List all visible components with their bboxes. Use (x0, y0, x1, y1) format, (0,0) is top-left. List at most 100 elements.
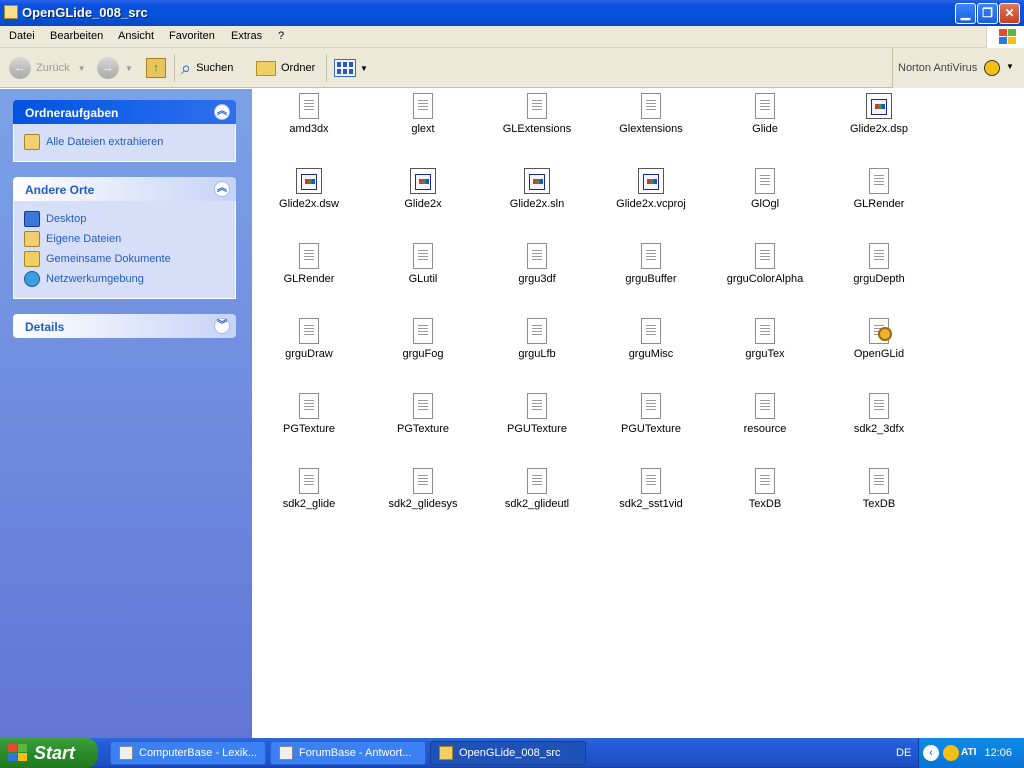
text-doc-icon (413, 318, 433, 344)
expand-icon[interactable]: ︾ (214, 318, 230, 334)
up-folder-button[interactable]: ↑ (146, 56, 166, 80)
file-name: grgu3df (518, 273, 556, 285)
place-link-my-documents[interactable]: Eigene Dateien (24, 229, 225, 249)
back-button[interactable]: ← Zurück ▼ (9, 56, 86, 80)
file-item[interactable]: amd3dx (259, 93, 359, 135)
file-item[interactable]: grguDepth (829, 243, 929, 285)
file-item[interactable]: Glextensions (601, 93, 701, 135)
file-item[interactable]: PGTexture (373, 393, 473, 435)
file-item[interactable]: OpenGLid (829, 318, 929, 360)
minimize-button[interactable]: ▁ (955, 3, 976, 24)
maximize-button[interactable]: ❐ (977, 3, 998, 24)
collapse-icon[interactable]: ︽ (214, 104, 230, 120)
text-doc-icon (299, 468, 319, 494)
file-item[interactable]: GlOgl (715, 168, 815, 210)
file-name: TexDB (748, 498, 782, 510)
menu-bearbeiten[interactable]: Bearbeiten (50, 30, 103, 42)
places-panel-header[interactable]: Andere Orte ︽ (13, 177, 236, 201)
file-name: grguDepth (853, 273, 905, 285)
menu-help[interactable]: ? (278, 30, 284, 42)
file-item[interactable]: resource (715, 393, 815, 435)
clock[interactable]: 12:06 (984, 747, 1012, 759)
menu-ansicht[interactable]: Ansicht (118, 30, 154, 42)
tasks-panel-header[interactable]: Ordneraufgaben ︽ (13, 100, 236, 124)
file-name: Glextensions (619, 123, 683, 135)
file-item[interactable]: PGUTexture (487, 393, 587, 435)
file-item[interactable]: grguFog (373, 318, 473, 360)
file-item[interactable]: sdk2_glide (259, 468, 359, 510)
place-link-desktop[interactable]: Desktop (24, 209, 225, 229)
file-item[interactable]: grguBuffer (601, 243, 701, 285)
title-bar[interactable]: OpenGLide_008_src ▁ ❐ ✕ (0, 0, 1024, 26)
text-doc-icon (299, 318, 319, 344)
file-name: glext (411, 123, 435, 135)
file-item[interactable]: sdk2_3dfx (829, 393, 929, 435)
text-doc-icon (413, 468, 433, 494)
close-button[interactable]: ✕ (999, 3, 1020, 24)
norton-toolbar[interactable]: Norton AntiVirus ▼ (892, 48, 1024, 88)
file-item[interactable]: sdk2_glideutl (487, 468, 587, 510)
place-link-shared-documents[interactable]: Gemeinsame Dokumente (24, 249, 225, 269)
file-item[interactable]: Glide2x.vcproj (601, 168, 701, 210)
file-item[interactable]: TexDB (715, 468, 815, 510)
file-item[interactable]: grgu3df (487, 243, 587, 285)
text-doc-icon (527, 243, 547, 269)
language-indicator[interactable]: DE (896, 747, 911, 759)
file-item[interactable]: Glide2x.sln (487, 168, 587, 210)
search-icon: ⌕ (181, 57, 192, 78)
text-doc-icon (869, 468, 889, 494)
file-name: sdk2_glide (282, 498, 336, 510)
dropdown-arrow-icon: ▼ (1006, 62, 1014, 71)
file-list[interactable]: amd3dx glext GLExtensions Glextensions Glide… (252, 89, 1024, 738)
file-item[interactable]: GLExtensions (487, 93, 587, 135)
place-label: Netzwerkumgebung (46, 273, 144, 285)
details-panel-header[interactable]: Details ︾ (13, 314, 236, 338)
menu-favoriten[interactable]: Favoriten (169, 30, 215, 42)
up-folder-icon: ↑ (146, 58, 166, 78)
file-item[interactable]: sdk2_glidesys (373, 468, 473, 510)
file-item[interactable]: grguMisc (601, 318, 701, 360)
file-item[interactable]: grguDraw (259, 318, 359, 360)
taskbar-item[interactable]: ForumBase - Antwort... (270, 741, 426, 765)
file-name: grguLfb (518, 348, 556, 360)
forward-button[interactable]: → ▼ (97, 56, 133, 80)
file-name: GLRender (853, 198, 905, 210)
start-button[interactable]: Start (0, 738, 98, 768)
file-item[interactable]: PGTexture (259, 393, 359, 435)
file-item[interactable]: grguColorAlpha (715, 243, 815, 285)
file-item[interactable]: Glide (715, 93, 815, 135)
taskbar-item[interactable]: ComputerBase - Lexik... (110, 741, 266, 765)
taskbar-item-active[interactable]: OpenGLide_008_src (430, 741, 586, 765)
network-globe-icon[interactable] (943, 745, 959, 761)
text-doc-icon (527, 318, 547, 344)
file-item[interactable]: GLRender (259, 243, 359, 285)
file-item[interactable]: Glide2x.dsw (259, 168, 359, 210)
vs-project-icon (410, 168, 436, 194)
extract-all-link[interactable]: Alle Dateien extrahieren (24, 132, 225, 152)
places-panel: Andere Orte ︽ Desktop Eigene Dateien Gem… (13, 177, 236, 299)
text-doc-icon (755, 468, 775, 494)
file-item[interactable]: PGUTexture (601, 393, 701, 435)
file-item[interactable]: GLRender (829, 168, 929, 210)
file-item[interactable]: sdk2_sst1vid (601, 468, 701, 510)
place-link-network[interactable]: Netzwerkumgebung (24, 269, 225, 289)
folders-button[interactable]: Ordner (256, 56, 315, 80)
menu-extras[interactable]: Extras (231, 30, 262, 42)
menu-datei[interactable]: Datei (9, 30, 35, 42)
my-documents-icon (24, 231, 40, 247)
collapse-icon[interactable]: ︽ (214, 181, 230, 197)
tasks-panel-title: Ordneraufgaben (25, 106, 119, 120)
file-name: GLRender (283, 273, 335, 285)
file-item[interactable]: grguTex (715, 318, 815, 360)
views-button[interactable]: ▼ (334, 56, 368, 80)
file-item[interactable]: TexDB (829, 468, 929, 510)
file-item[interactable]: GLutil (373, 243, 473, 285)
file-item[interactable]: Glide2x (373, 168, 473, 210)
file-item[interactable]: glext (373, 93, 473, 135)
ati-tray-icon[interactable]: ATI (961, 747, 976, 758)
file-item[interactable]: grguLfb (487, 318, 587, 360)
file-name: amd3dx (289, 123, 329, 135)
search-button[interactable]: ⌕ Suchen (181, 56, 233, 80)
tray-expand-icon[interactable]: ‹ (923, 745, 939, 761)
file-item[interactable]: Glide2x.dsp (829, 93, 929, 135)
